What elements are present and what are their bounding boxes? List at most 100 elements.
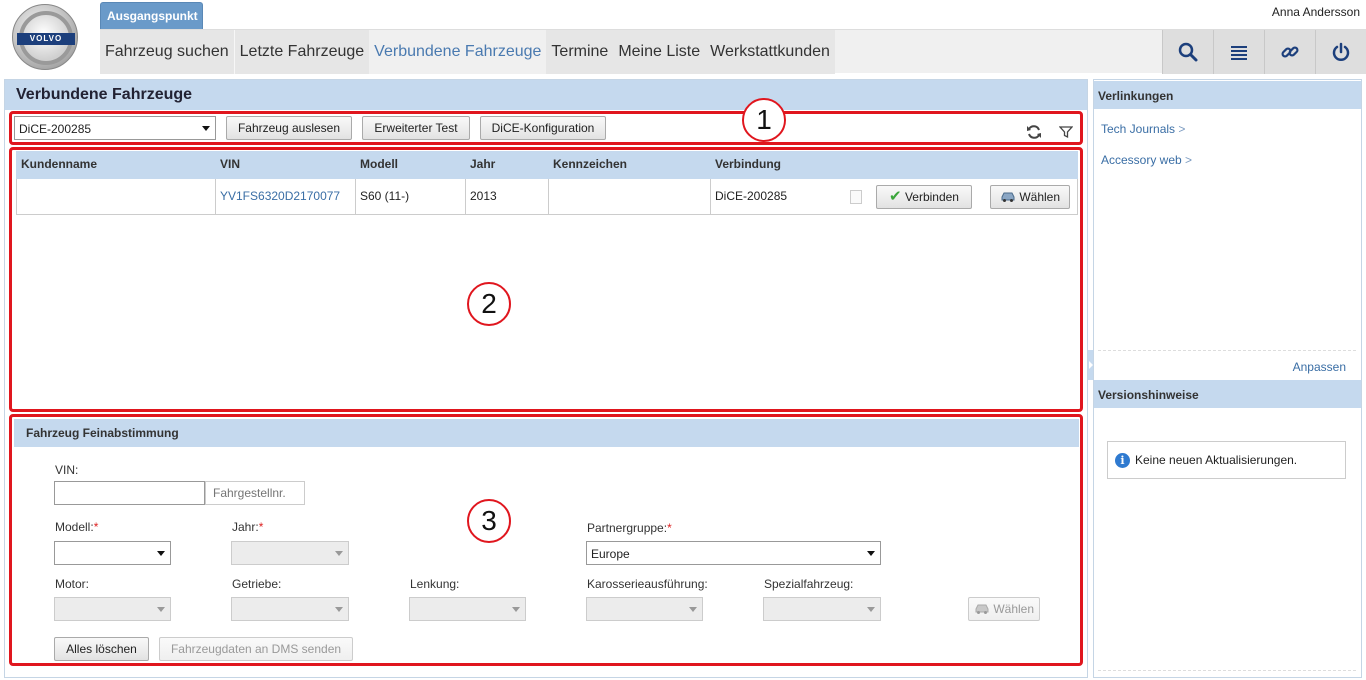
dice-config-button[interactable]: DiCE-Konfiguration: [480, 116, 606, 140]
read-vehicle-button[interactable]: Fahrzeug auslesen: [226, 116, 352, 140]
column-header-year[interactable]: Jahr: [470, 157, 495, 171]
app-header: VOLVO Ausgangspunkt Anna Andersson Fahrz…: [0, 0, 1366, 74]
extended-test-button[interactable]: Erweiterter Test: [362, 116, 470, 140]
release-notes-message: Keine neuen Aktualisierungen.: [1135, 453, 1298, 467]
vin-input[interactable]: [54, 481, 205, 505]
select-button-disabled[interactable]: Wählen: [968, 597, 1040, 621]
body-type-label: Karosserieausführung:: [587, 577, 708, 591]
motor-label: Motor:: [55, 577, 90, 591]
page-title: Verbundene Fahrzeuge: [5, 80, 1087, 110]
connect-button-label: Verbinden: [904, 190, 959, 204]
tab-fahrzeug-suchen[interactable]: Fahrzeug suchen: [100, 30, 234, 74]
annotation-number-3: 3: [467, 499, 511, 543]
year-select[interactable]: [231, 541, 349, 565]
start-tab[interactable]: Ausgangspunkt: [100, 2, 203, 29]
connect-button[interactable]: ✔ Verbinden: [876, 185, 972, 209]
chevron-down-icon: [157, 551, 165, 556]
model-select[interactable]: [54, 541, 171, 565]
car-icon: [1000, 190, 1019, 204]
tech-journals-label: Tech Journals: [1101, 122, 1176, 136]
volvo-logo[interactable]: VOLVO: [12, 4, 78, 70]
chevron-down-icon: [867, 551, 875, 556]
filter-icon[interactable]: [1058, 125, 1074, 144]
cell-customer: [17, 179, 216, 214]
tech-journals-link[interactable]: Tech Journals >: [1101, 122, 1185, 136]
car-icon: [974, 602, 993, 616]
tab-werkstattkunden[interactable]: Werkstattkunden: [705, 30, 835, 74]
cell-year: 2013: [466, 179, 549, 214]
user-name[interactable]: Anna Andersson: [1272, 5, 1360, 19]
model-label: Modell:*: [55, 520, 98, 534]
vin-label: VIN:: [55, 463, 79, 477]
column-header-vin[interactable]: VIN: [220, 157, 240, 171]
send-to-dms-button[interactable]: Fahrzeugdaten an DMS senden: [159, 637, 353, 661]
select-vehicle-label: Wählen: [1019, 190, 1061, 204]
steering-select[interactable]: [409, 597, 526, 621]
table-row[interactable]: YV1FS6320D2170077 S60 (11-) 2013 DiCE-20…: [16, 179, 1078, 215]
divider: [1098, 350, 1356, 351]
chevron-down-icon: [689, 607, 697, 612]
power-icon[interactable]: [1315, 30, 1366, 74]
partner-group-label: Partnergruppe:*: [587, 521, 672, 535]
annotation-number-2: 2: [467, 282, 511, 326]
cell-model: S60 (11-): [356, 179, 466, 214]
chevron-down-icon: [157, 607, 165, 612]
gearbox-label: Getriebe:: [232, 577, 282, 591]
fine-tuning-title: Fahrzeug Feinabstimmung: [14, 419, 1079, 447]
column-header-customer[interactable]: Kundenname: [21, 157, 97, 171]
checkmark-icon: ✔: [889, 188, 902, 205]
chevron-right-icon: >: [1185, 153, 1193, 167]
customize-link[interactable]: Anpassen: [1293, 360, 1346, 374]
special-vehicle-label: Spezialfahrzeug:: [764, 577, 854, 591]
tab-meine-liste[interactable]: Meine Liste: [613, 30, 706, 74]
partner-group-value: Europe: [591, 547, 630, 561]
select-button-label: Wählen: [993, 602, 1035, 616]
required-mark: *: [667, 521, 672, 535]
tab-termine[interactable]: Termine: [546, 30, 614, 74]
column-header-plate[interactable]: Kennzeichen: [553, 157, 627, 171]
cell-connection: DiCE-200285: [715, 189, 788, 203]
select-vehicle-button[interactable]: Wählen: [990, 185, 1070, 209]
tab-verbundene-fahrzeuge[interactable]: Verbundene Fahrzeuge: [369, 30, 547, 74]
chevron-down-icon: [512, 607, 520, 612]
sidebar-panel: Verlinkungen Tech Journals > Accessory w…: [1093, 79, 1362, 678]
chevron-right-icon: >: [1178, 122, 1186, 136]
nav-icons: [1162, 30, 1366, 74]
table-header: Kundenname VIN Modell Jahr Kennzeichen V…: [16, 151, 1078, 179]
list-icon[interactable]: [1213, 30, 1264, 74]
chevron-down-icon: [335, 551, 343, 556]
steering-label: Lenkung:: [410, 577, 460, 591]
links-title: Verlinkungen: [1094, 81, 1361, 109]
chevron-down-icon: [335, 607, 343, 612]
model-label-text: Modell:: [55, 520, 94, 534]
row-checkbox[interactable]: [850, 190, 862, 204]
device-select-value: DiCE-200285: [19, 122, 92, 136]
column-header-model[interactable]: Modell: [360, 157, 398, 171]
special-vehicle-select[interactable]: [763, 597, 881, 621]
refresh-icon[interactable]: [1026, 124, 1042, 145]
year-label-text: Jahr:: [232, 520, 259, 534]
motor-select[interactable]: [54, 597, 171, 621]
logo-text: VOLVO: [17, 33, 75, 45]
chevron-down-icon: [867, 607, 875, 612]
required-mark: *: [93, 520, 99, 534]
link-icon[interactable]: [1264, 30, 1315, 74]
accessory-web-link[interactable]: Accessory web >: [1101, 153, 1192, 167]
cell-plate: [549, 179, 711, 214]
search-icon[interactable]: [1162, 30, 1213, 74]
release-notes-box: i Keine neuen Aktualisierungen.: [1107, 441, 1346, 479]
info-icon: i: [1115, 453, 1130, 468]
annotation-box-3: [9, 414, 1083, 666]
column-header-connection[interactable]: Verbindung: [715, 157, 781, 171]
device-select[interactable]: DiCE-200285: [14, 116, 216, 140]
gearbox-select[interactable]: [231, 597, 349, 621]
clear-all-button[interactable]: Alles löschen: [54, 637, 149, 661]
partner-group-select[interactable]: Europe: [586, 541, 881, 565]
tab-letzte-fahrzeuge[interactable]: Letzte Fahrzeuge: [233, 30, 370, 74]
divider: [1098, 670, 1356, 671]
accessory-web-label: Accessory web: [1101, 153, 1182, 167]
required-mark: *: [258, 520, 264, 534]
body-type-select[interactable]: [586, 597, 703, 621]
cell-vin-link[interactable]: YV1FS6320D2170077: [216, 179, 356, 214]
chassis-number-input[interactable]: [205, 481, 305, 505]
